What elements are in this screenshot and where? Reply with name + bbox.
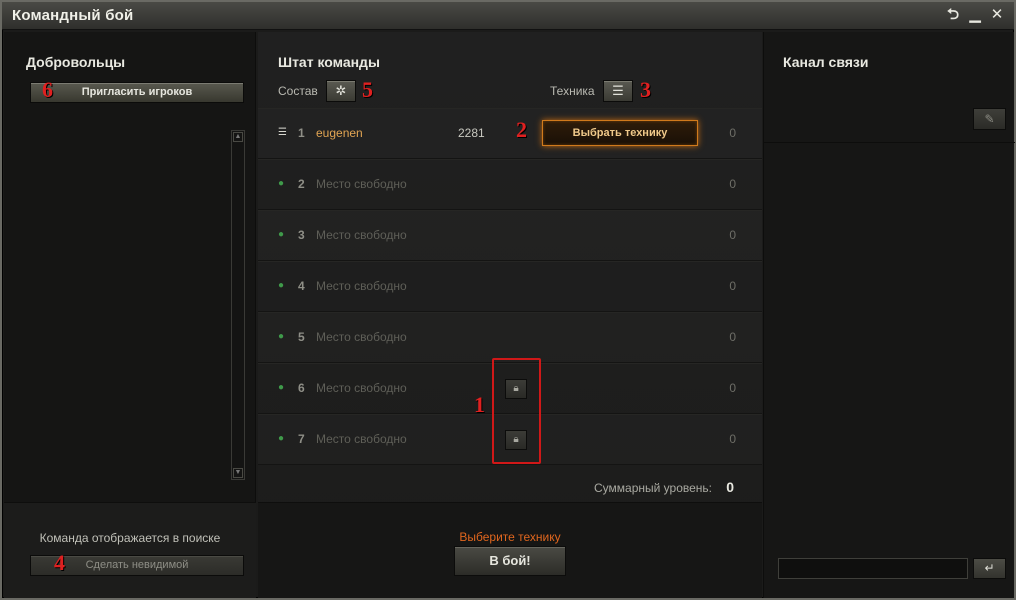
vehicle-filter-icon[interactable]: ☰ [603, 80, 633, 102]
titlebar: Командный бой ⮌ ▁ ✕ [2, 2, 1014, 30]
slot-number: 1 [298, 126, 305, 140]
slot-free-label: Место свободно [316, 228, 407, 242]
slot-free-label: Место свободно [316, 432, 407, 446]
minimize-icon[interactable]: ▁ [966, 6, 984, 24]
team-slot[interactable]: ● 3 Место свободно 0 [258, 210, 762, 261]
window-controls: ⮌ ▁ ✕ [944, 6, 1006, 24]
annotation-marker-2: 2 [516, 117, 527, 142]
slot-number: 2 [298, 177, 305, 191]
chat-input[interactable] [778, 558, 968, 579]
chat-title: Канал связи [783, 54, 869, 70]
send-message-icon[interactable]: ↵ [973, 558, 1006, 579]
slot-level: 0 [729, 228, 736, 242]
team-slot[interactable]: ● 2 Место свободно 0 [258, 159, 762, 210]
close-icon[interactable]: ✕ [988, 6, 1006, 24]
free-slot-icon: ● [278, 178, 285, 189]
slot-number: 6 [298, 381, 305, 395]
free-slot-icon: ● [278, 280, 285, 291]
slot-number: 7 [298, 432, 305, 446]
select-vehicle-hint: Выберите технику [459, 530, 561, 544]
slot-level: 0 [729, 279, 736, 293]
slot-free-label: Место свободно [316, 381, 407, 395]
to-battle-button[interactable]: В бой! [454, 546, 566, 576]
search-visibility-status: Команда отображается в поиске [39, 531, 221, 545]
chat-divider [764, 142, 1015, 143]
roster-settings-icon[interactable]: ✲ [326, 80, 356, 102]
window-title: Командный бой [12, 7, 134, 24]
volunteers-panel: Добровольцы Пригласить игроков 6 ▲ ▼ Ком… [4, 32, 256, 598]
roster-label: Состав [278, 84, 318, 98]
annotation-marker-1: 1 [474, 392, 485, 417]
slot-free-label: Место свободно [316, 330, 407, 344]
slot-number: 4 [298, 279, 305, 293]
slot-level: 0 [729, 381, 736, 395]
visibility-section: Команда отображается в поиске Сделать не… [4, 502, 256, 598]
slot-free-label: Место свободно [316, 279, 407, 293]
team-slot[interactable]: ● 5 Место свободно 0 [258, 312, 762, 363]
pencil-icon[interactable]: ✎ [973, 108, 1006, 130]
scroll-down-icon[interactable]: ▼ [233, 468, 243, 478]
total-level-value: 0 [726, 479, 734, 495]
total-level-row: Суммарный уровень: 0 [258, 476, 762, 504]
back-icon[interactable]: ⮌ [944, 6, 962, 24]
annotation-marker-3: 3 [640, 77, 651, 102]
volunteers-title: Добровольцы [26, 54, 126, 70]
free-slot-icon: ● [278, 331, 285, 342]
vehicles-label: Техника [550, 84, 595, 98]
free-slot-icon: ● [278, 433, 285, 444]
invite-players-button[interactable]: Пригласить игроков [30, 82, 244, 103]
player-name[interactable]: eugenen [316, 126, 363, 140]
select-vehicle-button[interactable]: Выбрать технику [542, 120, 698, 146]
team-slot[interactable]: ● 4 Место свободно 0 [258, 261, 762, 312]
annotation-marker-6: 6 [42, 77, 53, 102]
team-roster-panel: Штат команды Состав ✲ 5 Техника ☰ 3 ☰ 1 … [258, 32, 762, 598]
slot-level: 0 [729, 177, 736, 191]
volunteers-scrollbar[interactable]: ▲ ▼ [231, 130, 245, 480]
chat-panel: Канал связи ✎ ↵ [763, 32, 1015, 598]
slot-level: 0 [729, 126, 736, 140]
online-status-icon: ☰ [278, 127, 287, 138]
slot-number: 3 [298, 228, 305, 242]
total-level-label: Суммарный уровень: [593, 481, 712, 495]
free-slot-icon: ● [278, 382, 285, 393]
team-slot[interactable]: ☰ 1 eugenen 2281 2 Выбрать технику 0 [258, 108, 762, 159]
slot-level: 0 [729, 330, 736, 344]
slot-level: 0 [729, 432, 736, 446]
free-slot-icon: ● [278, 229, 285, 240]
annotation-marker-5: 5 [362, 77, 373, 102]
slot-number: 5 [298, 330, 305, 344]
battle-section: Выберите технику В бой! [258, 502, 762, 598]
slot-free-label: Место свободно [316, 177, 407, 191]
team-battle-window: Командный бой ⮌ ▁ ✕ Добровольцы Пригласи… [0, 0, 1016, 600]
scroll-up-icon[interactable]: ▲ [233, 132, 243, 142]
annotation-highlight-box [492, 358, 541, 464]
team-roster-title: Штат команды [278, 54, 380, 70]
player-rating: 2281 [458, 126, 485, 140]
annotation-marker-4: 4 [54, 550, 65, 575]
